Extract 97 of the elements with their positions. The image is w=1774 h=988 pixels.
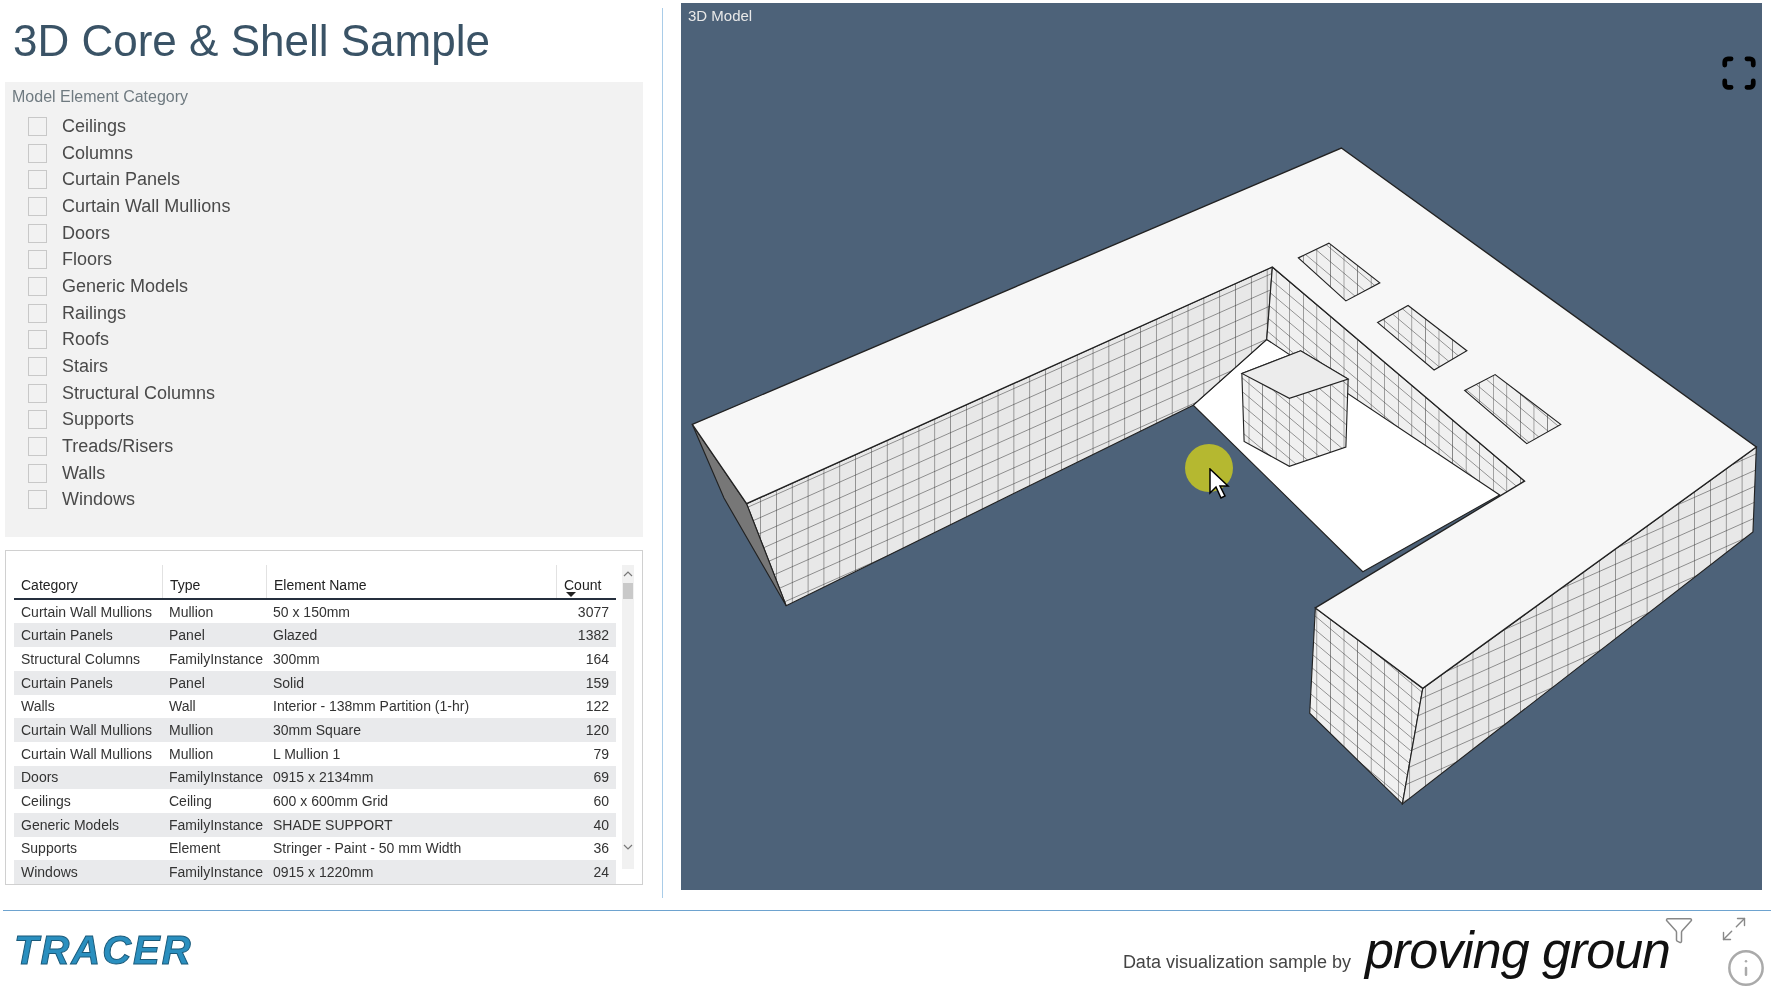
table-cell: Panel: [169, 674, 205, 691]
category-label[interactable]: Floors: [62, 246, 112, 274]
scrollbar[interactable]: [622, 565, 634, 869]
table-cell: Mullion: [169, 722, 214, 739]
table-cell: 600 x 600mm Grid: [273, 793, 389, 810]
table-cell: Panel: [169, 627, 205, 644]
table-cell: Curtain Wall Mullions: [21, 603, 152, 620]
table-cell: Glazed: [273, 627, 318, 644]
scroll-up-icon[interactable]: [623, 570, 633, 578]
table-cell: 24: [593, 864, 609, 881]
table-cell: 0915 x 2134mm: [273, 769, 374, 786]
model-viewer[interactable]: 3D Model: [681, 3, 1762, 890]
table-cell: 300mm: [273, 650, 320, 667]
category-label[interactable]: Railings: [62, 299, 127, 327]
table-cell: Walls: [21, 698, 55, 715]
table-cell: 79: [593, 745, 609, 762]
cursor-icon: [1209, 468, 1233, 500]
scroll-down-icon[interactable]: [623, 843, 633, 851]
checkbox[interactable]: [28, 490, 47, 510]
category-label[interactable]: Treads/Risers: [62, 433, 174, 461]
checkbox[interactable]: [28, 276, 47, 296]
table-cell: SHADE SUPPORT: [273, 816, 393, 833]
table-cell: Curtain Panels: [21, 627, 113, 644]
category-label[interactable]: Generic Models: [62, 272, 189, 300]
category-label[interactable]: Doors: [62, 219, 110, 247]
checkbox[interactable]: [28, 330, 47, 350]
checkbox[interactable]: [28, 250, 47, 270]
table-cell: Ceilings: [21, 793, 71, 810]
table-cell: Curtain Panels: [21, 674, 113, 691]
table-cell: 1382: [577, 627, 609, 644]
table-cell: Supports: [21, 840, 78, 857]
category-label[interactable]: Curtain Panels: [62, 166, 181, 194]
table-cell: FamilyInstance: [169, 650, 264, 667]
table-cell: 69: [593, 769, 609, 786]
credit-text: Data visualization sample by: [1122, 950, 1351, 974]
table-cell: Mullion: [169, 745, 214, 762]
column-header[interactable]: Type: [170, 577, 201, 593]
scroll-thumb[interactable]: [623, 583, 633, 599]
checkbox[interactable]: [28, 303, 47, 323]
category-label[interactable]: Supports: [62, 406, 135, 434]
report-title: 3D Core & Shell Sample: [12, 15, 491, 67]
category-label[interactable]: Roofs: [62, 326, 110, 354]
brand-logo: proving groun: [1365, 919, 1670, 980]
table-cell: Curtain Wall Mullions: [21, 745, 152, 762]
table-cell: Curtain Wall Mullions: [21, 722, 152, 739]
category-label[interactable]: Curtain Wall Mullions: [62, 192, 231, 220]
table-cell: Doors: [21, 769, 59, 786]
table-cell: Interior - 138mm Partition (1-hr): [273, 698, 470, 715]
checkbox[interactable]: [28, 357, 47, 377]
table-cell: FamilyInstance: [169, 816, 264, 833]
viewer-title: 3D Model: [688, 6, 753, 26]
table-cell: Mullion: [169, 603, 214, 620]
info-icon[interactable]: [1726, 948, 1766, 988]
table-cell: 60: [593, 793, 609, 810]
checkbox[interactable]: [28, 410, 47, 430]
column-header[interactable]: Element Name: [274, 577, 367, 593]
table-cell: 122: [585, 698, 609, 715]
table-cell: Ceiling: [169, 793, 212, 810]
checkbox[interactable]: [28, 223, 47, 243]
tracer-logo: TRACER: [14, 926, 193, 974]
category-label[interactable]: Stairs: [62, 353, 108, 381]
column-header[interactable]: Count: [564, 577, 602, 593]
category-label[interactable]: Walls: [62, 459, 106, 487]
table-cell: Wall: [169, 698, 196, 715]
checkbox[interactable]: [28, 170, 47, 190]
table-cell: 30mm Square: [273, 722, 361, 739]
category-label[interactable]: Ceilings: [62, 112, 127, 140]
table-cell: 40: [593, 816, 609, 833]
checkbox[interactable]: [28, 383, 47, 403]
table-cell: 50 x 150mm: [273, 603, 351, 620]
table-cell: Solid: [273, 674, 305, 691]
category-label[interactable]: Windows: [62, 486, 136, 514]
table-cell: L Mullion 1: [273, 745, 341, 762]
table-cell: 36: [593, 840, 609, 857]
category-label[interactable]: Structural Columns: [62, 379, 216, 407]
checkbox[interactable]: [28, 196, 47, 216]
category-label[interactable]: Columns: [62, 139, 134, 167]
table-cell: 3077: [577, 603, 609, 620]
table-cell: Element: [169, 840, 221, 857]
checkbox[interactable]: [28, 463, 47, 483]
checkbox[interactable]: [28, 116, 47, 136]
table-cell: FamilyInstance: [169, 864, 264, 881]
column-header[interactable]: Category: [21, 577, 78, 593]
slicer-title: Model Element Category: [12, 87, 190, 107]
table-cell: 120: [585, 722, 609, 739]
checkbox[interactable]: [28, 143, 47, 163]
table-cell: Structural Columns: [21, 650, 141, 667]
table-cell: Windows: [21, 864, 78, 881]
table-cell: Stringer - Paint - 50 mm Width: [273, 840, 462, 857]
fullscreen-icon[interactable]: [1720, 54, 1758, 92]
expand-icon[interactable]: [1720, 915, 1748, 943]
table-cell: 164: [585, 650, 609, 667]
checkbox[interactable]: [28, 437, 47, 457]
table-cell: 159: [585, 674, 609, 691]
table-cell: FamilyInstance: [169, 769, 264, 786]
table-cell: Generic Models: [21, 816, 120, 833]
table-cell: 0915 x 1220mm: [273, 864, 374, 881]
